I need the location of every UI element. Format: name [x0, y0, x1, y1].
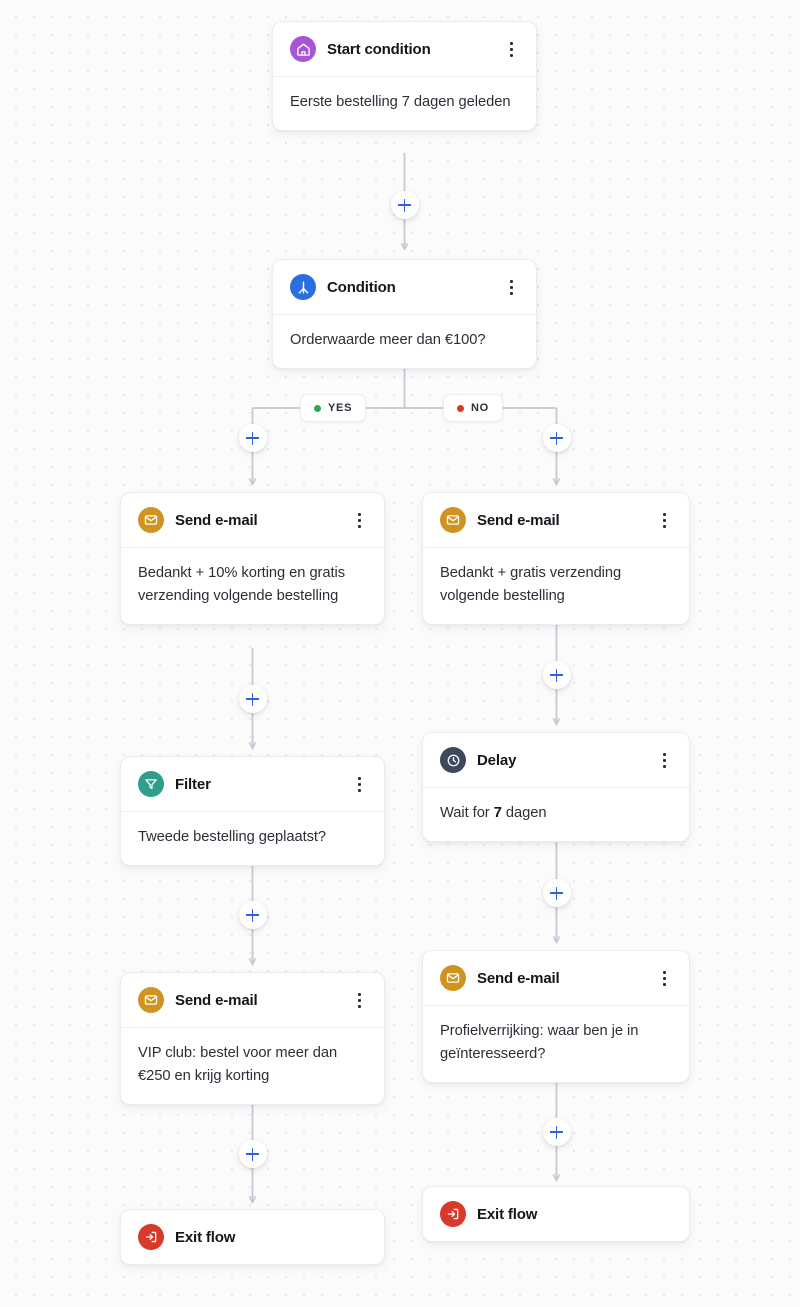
node-title: Send e-mail: [477, 511, 560, 529]
node-exit-flow-right[interactable]: Exit flow: [422, 1186, 690, 1242]
branch-label-yes[interactable]: YES: [300, 394, 367, 422]
envelope-icon: [138, 987, 164, 1013]
workflow-canvas[interactable]: Start condition Eerste bestelling 7 dage…: [0, 0, 800, 1307]
node-header: Delay: [423, 733, 689, 788]
add-step-after-email-profile-button[interactable]: [542, 1118, 571, 1146]
node-body: Orderwaarde meer dan €100?: [290, 332, 486, 348]
funnel-icon: [138, 771, 164, 797]
node-title: Start condition: [327, 40, 431, 58]
delay-suffix: dagen: [501, 805, 547, 821]
node-menu-button[interactable]: [350, 511, 368, 529]
node-header: Condition: [273, 260, 536, 315]
node-body: Tweede bestelling geplaatst?: [138, 829, 327, 845]
delay-prefix: Wait for: [440, 805, 494, 821]
exit-icon: [138, 1224, 164, 1250]
node-body: Eerste bestelling 7 dagen geleden: [290, 94, 511, 110]
node-title: Send e-mail: [175, 511, 258, 529]
node-header: Exit flow: [121, 1210, 384, 1264]
node-body: VIP club: bestel voor meer dan €250 en k…: [138, 1045, 338, 1085]
node-menu-button[interactable]: [350, 991, 368, 1009]
node-send-email-yes[interactable]: Send e-mail Bedankt + 10% korting en gra…: [120, 492, 385, 626]
delay-value: 7: [493, 805, 502, 821]
add-step-yes-branch-button[interactable]: [238, 424, 267, 452]
add-step-after-delay-button[interactable]: [542, 879, 571, 907]
node-header: Start condition: [273, 22, 536, 77]
node-header: Send e-mail: [121, 973, 384, 1028]
add-step-no-branch-button[interactable]: [542, 424, 571, 452]
node-filter[interactable]: Filter Tweede bestelling geplaatst?: [120, 756, 385, 867]
node-title: Send e-mail: [175, 991, 258, 1009]
node-title: Delay: [477, 751, 517, 769]
node-menu-button[interactable]: [502, 40, 520, 58]
node-start-condition[interactable]: Start condition Eerste bestelling 7 dage…: [272, 21, 537, 132]
node-menu-button[interactable]: [655, 511, 673, 529]
status-dot-green: [314, 404, 321, 412]
home-icon: [290, 36, 316, 62]
node-body: Wait for 7 dagen: [423, 788, 689, 841]
node-header: Send e-mail: [121, 493, 384, 548]
clock-icon: [440, 747, 466, 773]
node-body: Bedankt + 10% korting en gratis verzendi…: [138, 565, 346, 605]
branch-label-text: YES: [328, 402, 353, 414]
node-title: Send e-mail: [477, 969, 560, 987]
node-send-email-vip[interactable]: Send e-mail VIP club: bestel voor meer d…: [120, 972, 385, 1106]
node-body: Bedankt + gratis verzending volgende bes…: [440, 565, 622, 605]
node-delay[interactable]: Delay Wait for 7 dagen: [422, 732, 690, 843]
add-step-after-email-vip-button[interactable]: [238, 1140, 267, 1168]
node-menu-button[interactable]: [655, 751, 673, 769]
node-title: Exit flow: [477, 1205, 538, 1223]
node-send-email-no[interactable]: Send e-mail Bedankt + gratis verzending …: [422, 492, 690, 626]
node-body: Profielverrijking: waar ben je in geïnte…: [440, 1023, 639, 1063]
branch-icon: [290, 274, 316, 300]
node-header: Send e-mail: [423, 951, 689, 1006]
add-step-after-start-button[interactable]: [390, 191, 419, 219]
envelope-icon: [440, 507, 466, 533]
node-menu-button[interactable]: [502, 278, 520, 296]
node-header: Filter: [121, 757, 384, 812]
exit-icon: [440, 1201, 466, 1227]
envelope-icon: [138, 507, 164, 533]
node-title: Exit flow: [175, 1228, 236, 1246]
node-menu-button[interactable]: [655, 969, 673, 987]
add-step-after-filter-button[interactable]: [238, 901, 267, 929]
branch-label-text: NO: [471, 402, 489, 414]
node-title: Condition: [327, 278, 396, 296]
node-condition[interactable]: Condition Orderwaarde meer dan €100?: [272, 259, 537, 370]
node-send-email-profile[interactable]: Send e-mail Profielverrijking: waar ben …: [422, 950, 690, 1084]
status-dot-red: [457, 404, 464, 412]
node-menu-button[interactable]: [350, 775, 368, 793]
node-title: Filter: [175, 775, 211, 793]
node-header: Exit flow: [423, 1187, 689, 1241]
node-exit-flow-left[interactable]: Exit flow: [120, 1209, 385, 1265]
branch-label-no[interactable]: NO: [443, 394, 503, 422]
envelope-icon: [440, 965, 466, 991]
add-step-after-email-no-button[interactable]: [542, 661, 571, 689]
node-header: Send e-mail: [423, 493, 689, 548]
add-step-after-email-yes-button[interactable]: [238, 685, 267, 713]
